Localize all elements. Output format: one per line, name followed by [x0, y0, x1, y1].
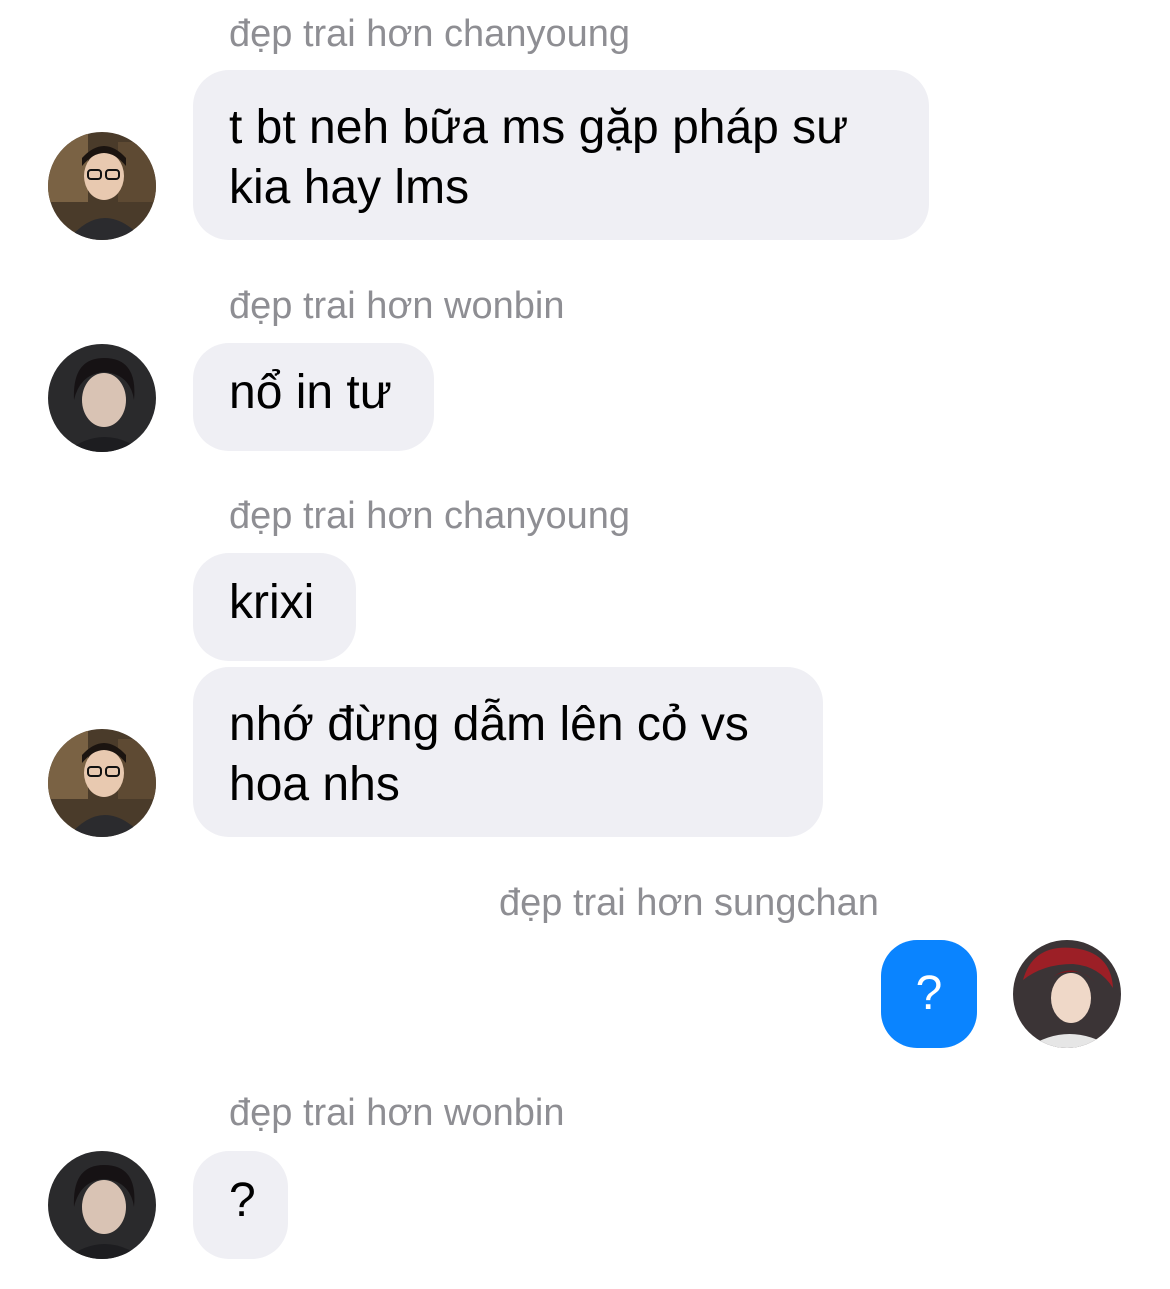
message-bubble[interactable]: t bt neh bữa ms gặp pháp sư kia hay lms: [193, 70, 929, 240]
sender-label: đẹp trai hơn chanyoung: [229, 495, 630, 537]
wonbin-avatar[interactable]: [48, 1151, 156, 1259]
chanyoung-avatar[interactable]: [48, 132, 156, 240]
sender-label: đẹp trai hơn chanyoung: [229, 13, 630, 55]
message-bubble[interactable]: krixi: [193, 553, 356, 661]
sender-label: đẹp trai hơn sungchan: [499, 882, 879, 924]
message-bubble[interactable]: nổ in tư: [193, 343, 434, 451]
message-bubble[interactable]: nhớ đừng dẫm lên cỏ vs hoa nhs: [193, 667, 823, 837]
sender-label: đẹp trai hơn wonbin: [229, 285, 565, 327]
message-bubble[interactable]: ?: [193, 1151, 288, 1259]
message-bubble-outgoing[interactable]: ?: [881, 940, 977, 1048]
sungchan-avatar[interactable]: [1013, 940, 1121, 1048]
chanyoung-avatar[interactable]: [48, 729, 156, 837]
sender-label: đẹp trai hơn wonbin: [229, 1092, 565, 1134]
wonbin-avatar[interactable]: [48, 344, 156, 452]
